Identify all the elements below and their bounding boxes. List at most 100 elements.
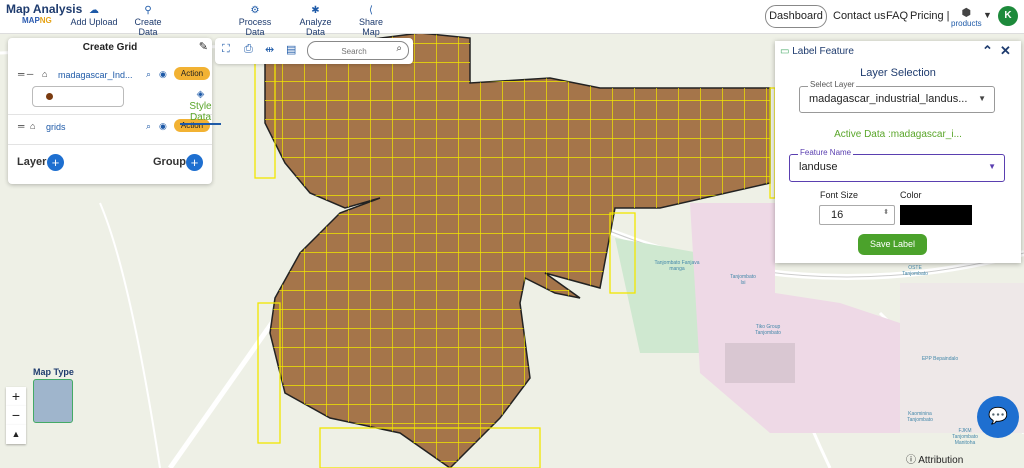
close-icon[interactable]: ✕: [1000, 43, 1011, 59]
collapse-icon[interactable]: ⌃: [982, 43, 993, 59]
dashboard-button[interactable]: Dashboard: [765, 5, 827, 28]
select-layer-dropdown[interactable]: Select Layer madagascar_industrial_landu…: [799, 80, 995, 113]
contact-link[interactable]: Contact us: [833, 10, 886, 22]
nav-label: Add Upload: [70, 17, 118, 27]
caret-down-icon: ▼: [978, 94, 986, 103]
panel-title: Create Grid: [82, 42, 138, 53]
feature-name-dropdown[interactable]: Feature Name landuse ▼: [789, 148, 1005, 182]
chat-icon[interactable]: 💬: [977, 396, 1019, 438]
eye-icon[interactable]: ◉: [159, 121, 167, 132]
polygon-icon: ⌂: [42, 69, 48, 79]
logo-ng-text: NG: [39, 16, 52, 25]
field-value: landuse: [799, 161, 838, 173]
nav-analyze-data[interactable]: ✱ Analyze Data: [289, 4, 342, 37]
comment-icon[interactable]: ▤: [286, 43, 296, 56]
print-icon[interactable]: ⎙: [244, 43, 253, 56]
pricing-link[interactable]: Pricing |: [910, 10, 950, 22]
avatar[interactable]: K: [998, 6, 1018, 26]
products-menu[interactable]: ⬢ products: [951, 6, 982, 28]
search-icon[interactable]: ⌕: [396, 43, 402, 54]
image-icon: ▭: [780, 46, 790, 57]
share-icon: ⟨: [369, 5, 373, 16]
nav-add-upload[interactable]: ☁ Add Upload: [70, 4, 118, 27]
layer-row[interactable]: ═ ─ ⌂ madagascar_Ind... ⌕ ◉ Action: [18, 67, 210, 83]
group-label: Group: [153, 156, 186, 168]
add-layer-button[interactable]: +: [47, 154, 64, 171]
stepper-icon[interactable]: ⬍: [883, 208, 889, 216]
nav-process-data[interactable]: ⚙ Process Data: [228, 4, 282, 37]
font-size-label: Font Size: [820, 190, 859, 200]
place-label: Tiko Group Tanjombato: [755, 324, 781, 336]
nav-label: Process Data: [238, 17, 272, 37]
field-label: Select Layer: [808, 80, 857, 89]
nav-create-data[interactable]: ⚲ Create Data: [124, 4, 172, 37]
map-toolbar: ⛶ ⎙ ⇹ ▤ ⌕: [215, 38, 413, 64]
top-navbar: Map Analysis MAPNG ☁ Add Upload ⚲ Create D…: [0, 0, 1024, 125]
place-label: FJKM Tanjombato Manitoha: [952, 428, 978, 446]
field-label: Feature Name: [798, 148, 854, 157]
font-size-value: 16: [831, 209, 844, 221]
color-dot: [46, 93, 53, 100]
caret-down-icon: ▼: [988, 162, 996, 171]
field-value: madagascar_industrial_landus...: [809, 93, 968, 105]
products-label: products: [951, 19, 982, 28]
color-label: Color: [900, 190, 922, 200]
nav-label: Style Data: [189, 101, 212, 123]
measure-icon[interactable]: ⇹: [265, 43, 274, 56]
cloud-upload-icon: ☁: [89, 5, 99, 16]
nav-label: Share Map: [358, 17, 384, 37]
active-data-text: Active Data :madagascar_i...: [834, 129, 962, 140]
nav-style-data[interactable]: ◈ Style Data: [180, 88, 221, 125]
paint-bucket-icon: ◈: [196, 89, 205, 100]
nav-label: Create Data: [134, 17, 162, 37]
divider: [8, 144, 212, 145]
color-picker[interactable]: [900, 205, 972, 225]
map-type-thumbnail[interactable]: [33, 379, 73, 423]
font-size-input[interactable]: 16 ⬍: [819, 205, 895, 225]
label-feature-panel: ▭ Label Feature ⌃ ✕ Layer Selection Sele…: [775, 41, 1021, 263]
pencil-icon[interactable]: ✎: [199, 40, 208, 53]
faq-link[interactable]: FAQ: [886, 10, 908, 22]
layer-name[interactable]: grids: [46, 122, 66, 132]
chevron-down-icon[interactable]: ▼: [983, 10, 992, 20]
panel-title: Label Feature: [792, 46, 854, 57]
polygon-icon: ⌂: [30, 121, 36, 131]
cube-icon: ⬢: [961, 7, 972, 19]
road: [99, 202, 161, 468]
save-label-button[interactable]: Save Label: [858, 234, 927, 255]
nav-share-map[interactable]: ⟨ Share Map: [349, 4, 393, 37]
analyze-icon: ✱: [311, 5, 320, 16]
eye-icon[interactable]: ◉: [159, 69, 167, 80]
section-title: Layer Selection: [860, 67, 936, 79]
drag-handle-icon[interactable]: ═ ─: [18, 69, 33, 79]
zoom-out-button[interactable]: −: [6, 406, 26, 425]
park-area: [615, 238, 700, 353]
zoom-to-layer-icon[interactable]: ⌕: [146, 69, 151, 80]
add-group-button[interactable]: +: [186, 154, 203, 171]
attribution[interactable]: ⓘ Attribution: [906, 451, 963, 466]
building: [725, 343, 795, 383]
layer-label: Layer: [17, 156, 47, 168]
search-box[interactable]: ⌕: [307, 41, 409, 60]
map-pin-icon: ⚲: [144, 5, 152, 16]
place-label: OSTE Tanjombato: [902, 265, 928, 277]
action-button[interactable]: Action: [174, 67, 210, 80]
panel-header: ▭ Label Feature: [780, 46, 854, 57]
map-type-label: Map Type: [33, 367, 74, 377]
fullscreen-icon[interactable]: ⛶: [222, 43, 230, 56]
layer-name[interactable]: madagascar_Ind...: [58, 70, 133, 80]
place-label: Tanjombato Fanjava manga: [654, 260, 700, 272]
nav-label: Analyze Data: [299, 17, 332, 37]
place-label: Kaominina Tanjombato: [907, 411, 933, 423]
reset-north-button[interactable]: ▲: [6, 425, 26, 444]
zoom-to-layer-icon[interactable]: ⌕: [146, 121, 151, 132]
search-input[interactable]: [316, 43, 392, 59]
info-icon: ⓘ: [906, 455, 916, 466]
style-swatch[interactable]: [32, 86, 124, 107]
drag-handle-icon[interactable]: ═: [18, 121, 24, 131]
attribution-label: Attribution: [918, 455, 964, 466]
place-label: Tanjombato Isi: [730, 274, 756, 286]
zoom-in-button[interactable]: +: [6, 387, 26, 406]
process-icon: ⚙: [250, 5, 260, 16]
logo-map-text: MAP: [22, 16, 40, 25]
